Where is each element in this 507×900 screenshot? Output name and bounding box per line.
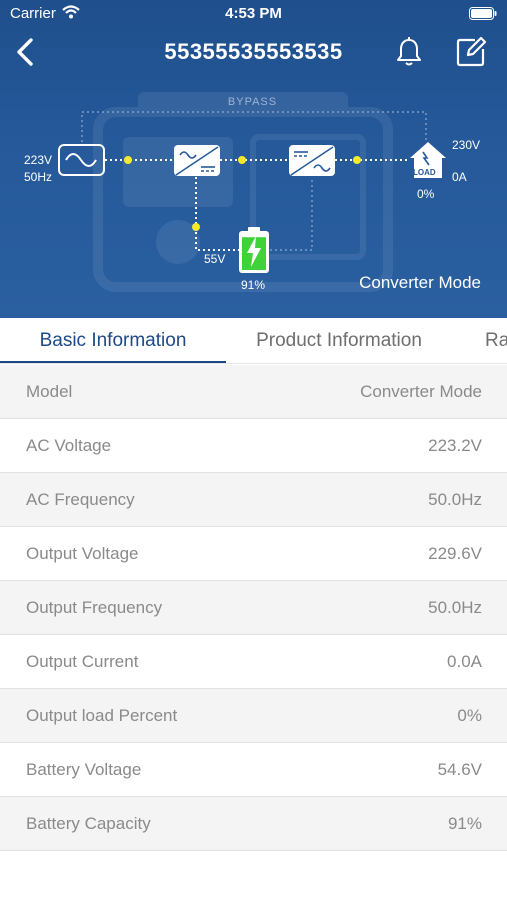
- info-row-battery-capacity: Battery Capacity 91%: [0, 797, 507, 851]
- info-row-output-voltage: Output Voltage 229.6V: [0, 527, 507, 581]
- tab-product-information[interactable]: Product Information: [226, 318, 452, 363]
- flow-dot: [124, 156, 132, 164]
- row-value: 0%: [457, 706, 482, 725]
- row-label: Battery Voltage: [26, 760, 142, 779]
- status-battery-icon: [469, 7, 497, 20]
- input-frequency: 50Hz: [24, 170, 53, 184]
- info-row-output-current: Output Current 0.0A: [0, 635, 507, 689]
- row-value: 50.0Hz: [428, 598, 482, 617]
- info-tabs: Basic Information Product Information Ra: [0, 318, 507, 364]
- row-value: 0.0A: [447, 652, 482, 671]
- header-panel: Carrier 4:53 PM 55355535553535 BYPASS 22…: [0, 0, 507, 318]
- tab-basic-information[interactable]: Basic Information: [0, 318, 226, 363]
- status-bar: Carrier 4:53 PM: [0, 0, 507, 28]
- mode-label: Converter Mode: [359, 273, 481, 292]
- battery-percent: 91%: [241, 278, 266, 292]
- input-voltage: 223V: [24, 153, 53, 167]
- info-row-battery-voltage: Battery Voltage 54.6V: [0, 743, 507, 797]
- row-label: Model: [26, 382, 73, 401]
- active-tab-indicator: [0, 361, 226, 363]
- sine-wave-icon: [58, 144, 105, 176]
- row-label: Output Current: [26, 652, 139, 671]
- row-value: 54.6V: [437, 760, 482, 779]
- info-row-model: Model Converter Mode: [0, 365, 507, 419]
- back-chevron-icon[interactable]: [10, 34, 40, 70]
- edit-icon[interactable]: [455, 36, 487, 68]
- row-value: 223.2V: [428, 436, 482, 455]
- tab-rated-information[interactable]: Ra: [485, 318, 507, 363]
- flow-dot: [192, 223, 200, 231]
- output-current: 0A: [452, 170, 467, 184]
- bypass-label: BYPASS: [227, 96, 278, 108]
- row-value: 91%: [447, 814, 482, 833]
- output-voltage: 230V: [452, 138, 481, 152]
- info-row-output-load-percent: Output load Percent 0%: [0, 689, 507, 743]
- load-percent: 0%: [417, 187, 435, 201]
- bell-icon[interactable]: [394, 36, 424, 68]
- nav-bar: 55355535553535: [0, 30, 507, 76]
- battery-charging-icon: [239, 227, 269, 273]
- row-label: Output Frequency: [26, 598, 163, 617]
- basic-info-list: Model Converter Mode AC Voltage 223.2V A…: [0, 365, 507, 851]
- flow-dot: [238, 156, 246, 164]
- row-value: Converter Mode: [360, 382, 482, 401]
- row-value: 50.0Hz: [428, 490, 482, 509]
- row-label: Output load Percent: [26, 706, 178, 725]
- row-value: 229.6V: [428, 544, 482, 563]
- info-row-ac-frequency: AC Frequency 50.0Hz: [0, 473, 507, 527]
- info-row-ac-voltage: AC Voltage 223.2V: [0, 419, 507, 473]
- row-label: Battery Capacity: [26, 814, 151, 833]
- inverter-icon: [289, 145, 335, 176]
- flow-dot: [353, 156, 361, 164]
- status-time: 4:53 PM: [225, 5, 282, 22]
- power-flow-diagram: BYPASS 223V 50Hz LOAD 230V 0A 0% 55V 91%…: [0, 80, 507, 318]
- device-title: 55355535553535: [164, 39, 343, 64]
- rectifier-icon: [174, 145, 220, 176]
- load-badge: LOAD: [413, 168, 436, 177]
- row-label: Output Voltage: [26, 544, 139, 563]
- row-label: AC Voltage: [26, 436, 112, 455]
- row-label: AC Frequency: [26, 490, 135, 509]
- info-row-output-frequency: Output Frequency 50.0Hz: [0, 581, 507, 635]
- battery-voltage: 55V: [204, 252, 226, 266]
